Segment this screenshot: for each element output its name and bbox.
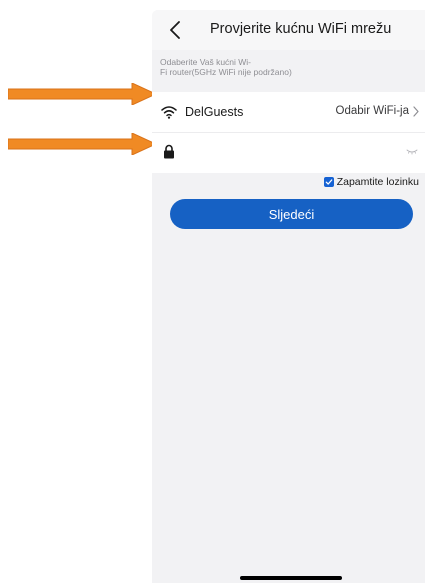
home-indicator[interactable] [240,576,342,580]
annotation-arrow-icon [8,83,156,105]
eye-closed-icon[interactable] [406,148,418,156]
annotation-arrow-icon [8,133,156,155]
router-hint: Odaberite Vaš kućni Wi- Fi router(5GHz W… [160,57,410,77]
router-hint-line: Fi router(5GHz WiFi nije podržano) [160,67,292,77]
chevron-left-icon [170,21,180,39]
choose-wifi-label: Odabir WiFi-ja [335,105,409,117]
chevron-right-icon [413,105,419,117]
password-input[interactable] [184,141,388,165]
wifi-icon [161,106,177,119]
back-button[interactable] [164,18,186,42]
router-hint-line: Odaberite Vaš kućni Wi- [160,57,252,67]
remember-checkbox[interactable] [323,177,334,187]
nav-bar: Provjerite kućnu WiFi mrežu [152,10,425,50]
wifi-row[interactable]: DelGuests Odabir WiFi-ja [152,92,425,132]
page: Provjerite kućnu WiFi mrežu Odaberite Va… [0,0,425,583]
choose-wifi-button[interactable]: Odabir WiFi-ja [336,105,419,117]
lock-icon [164,144,174,159]
password-row [152,132,425,173]
remember-password-toggle[interactable]: Zapamtite lozinku [323,176,419,188]
phone-screen: Provjerite kućnu WiFi mrežu Odaberite Va… [152,10,425,583]
wifi-ssid: DelGuests [185,105,244,119]
next-button[interactable]: Sljedeći [170,199,413,229]
remember-label: Zapamtite lozinku [336,176,419,188]
page-title: Provjerite kućnu WiFi mrežu [210,21,392,37]
check-icon [325,179,333,185]
